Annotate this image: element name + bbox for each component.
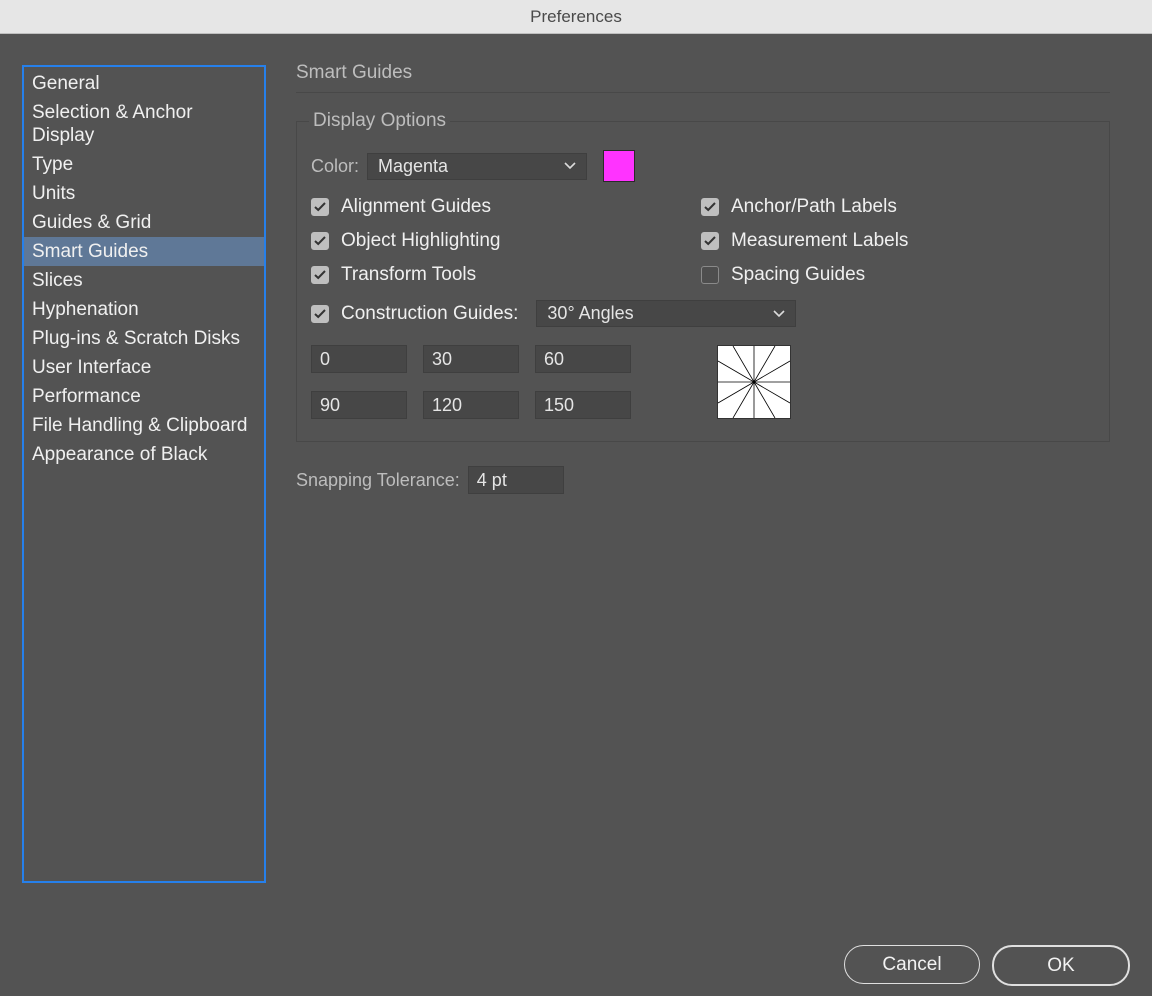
display-options-group: Display Options Color: Magenta	[296, 121, 1110, 442]
chevron-down-icon	[564, 162, 576, 170]
construction-guides-label: Construction Guides:	[341, 303, 518, 325]
transform-tools-checkbox[interactable]	[311, 266, 329, 284]
angle-input-0[interactable]: 0	[311, 345, 407, 373]
measurement-labels-label: Measurement Labels	[731, 230, 908, 252]
object-highlighting-checkbox[interactable]	[311, 232, 329, 250]
sidebar-item-appearance-black[interactable]: Appearance of Black	[24, 440, 264, 469]
object-highlighting-label: Object Highlighting	[341, 230, 500, 252]
snapping-tolerance-label: Snapping Tolerance:	[296, 470, 460, 491]
sidebar-item-general[interactable]: General	[24, 69, 264, 98]
anchor-path-labels-checkbox[interactable]	[701, 198, 719, 216]
sidebar-item-smart-guides[interactable]: Smart Guides	[24, 237, 264, 266]
sidebar-item-performance[interactable]: Performance	[24, 382, 264, 411]
construction-guides-dropdown[interactable]: 30° Angles	[536, 300, 796, 327]
chevron-down-icon	[773, 310, 785, 318]
spacing-guides-label: Spacing Guides	[731, 264, 865, 286]
angle-preview-icon	[717, 345, 791, 419]
display-options-legend: Display Options	[309, 110, 450, 132]
sidebar-item-type[interactable]: Type	[24, 150, 264, 179]
color-swatch[interactable]	[603, 150, 635, 182]
sidebar-item-plugins[interactable]: Plug-ins & Scratch Disks	[24, 324, 264, 353]
transform-tools-label: Transform Tools	[341, 264, 476, 286]
page-title: Smart Guides	[296, 62, 1110, 93]
sidebar-item-file-handling[interactable]: File Handling & Clipboard	[24, 411, 264, 440]
sidebar-item-hyphenation[interactable]: Hyphenation	[24, 295, 264, 324]
angle-input-2[interactable]: 60	[535, 345, 631, 373]
construction-guides-checkbox[interactable]	[311, 305, 329, 323]
spacing-guides-checkbox[interactable]	[701, 266, 719, 284]
preferences-sidebar: General Selection & Anchor Display Type …	[22, 65, 266, 883]
window-title: Preferences	[530, 7, 622, 27]
window-titlebar: Preferences	[0, 0, 1152, 34]
angle-input-3[interactable]: 90	[311, 391, 407, 419]
alignment-guides-label: Alignment Guides	[341, 196, 491, 218]
angle-input-1[interactable]: 30	[423, 345, 519, 373]
sidebar-item-slices[interactable]: Slices	[24, 266, 264, 295]
color-dropdown[interactable]: Magenta	[367, 153, 587, 180]
sidebar-item-ui[interactable]: User Interface	[24, 353, 264, 382]
color-label: Color:	[311, 156, 359, 177]
color-dropdown-value: Magenta	[378, 156, 448, 177]
sidebar-item-selection[interactable]: Selection & Anchor Display	[24, 98, 264, 150]
angle-input-4[interactable]: 120	[423, 391, 519, 419]
anchor-path-labels-label: Anchor/Path Labels	[731, 196, 897, 218]
snapping-tolerance-input[interactable]: 4 pt	[468, 466, 564, 494]
sidebar-item-guides-grid[interactable]: Guides & Grid	[24, 208, 264, 237]
angle-input-5[interactable]: 150	[535, 391, 631, 419]
measurement-labels-checkbox[interactable]	[701, 232, 719, 250]
cancel-button[interactable]: Cancel	[844, 945, 980, 984]
alignment-guides-checkbox[interactable]	[311, 198, 329, 216]
sidebar-item-units[interactable]: Units	[24, 179, 264, 208]
ok-button[interactable]: OK	[992, 945, 1130, 986]
construction-guides-dropdown-value: 30° Angles	[547, 303, 633, 324]
